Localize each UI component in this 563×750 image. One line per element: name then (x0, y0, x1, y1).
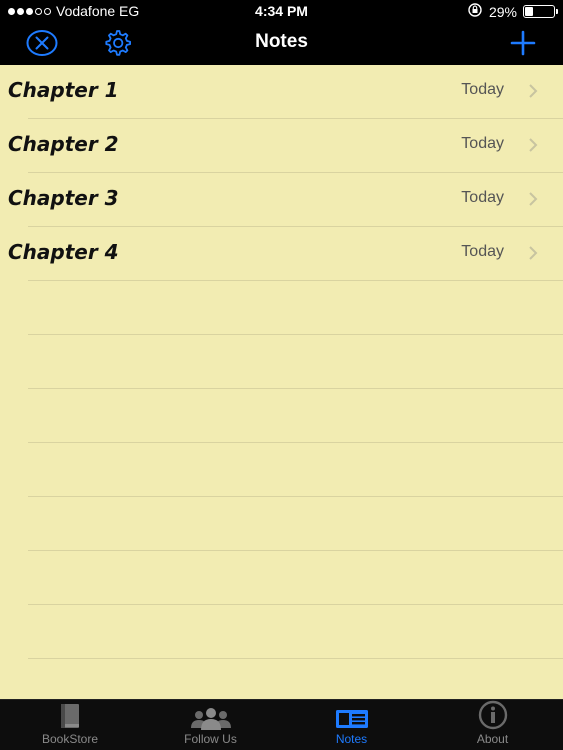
rule-line (28, 496, 563, 497)
tab-label: Notes (335, 732, 368, 746)
rule-line (28, 442, 563, 443)
tab-notes[interactable]: Notes (281, 700, 422, 750)
chevron-right-icon (528, 245, 538, 266)
rule-line (28, 550, 563, 551)
people-icon (189, 700, 233, 732)
notes-card-icon (335, 700, 369, 732)
chevron-right-icon (528, 83, 538, 104)
tab-label: BookStore (41, 732, 99, 746)
tab-bookstore[interactable]: BookStore (0, 700, 140, 750)
note-row-chapter-1[interactable]: Chapter 1 Today (0, 65, 563, 119)
notes-list: Chapter 1 Today Chapter 2 Today Chapter … (0, 65, 563, 699)
tab-about[interactable]: About (422, 700, 563, 750)
note-title: Chapter 3 (8, 186, 119, 210)
page-title: Notes (255, 31, 308, 52)
notes-screen: Vodafone EG 4:34 PM 29% Notes Chapter 1 … (0, 0, 563, 750)
info-icon (478, 700, 508, 732)
rule-line (28, 388, 563, 389)
note-date: Today (461, 135, 504, 152)
book-icon (57, 700, 83, 732)
chevron-right-icon (528, 137, 538, 158)
tab-label: About (476, 732, 509, 746)
battery-icon (523, 5, 558, 18)
status-right: 29% (467, 3, 558, 20)
navigation-bar: Notes (0, 22, 563, 65)
note-date: Today (461, 81, 504, 98)
note-row-chapter-3[interactable]: Chapter 3 Today (0, 173, 563, 227)
note-row-chapter-4[interactable]: Chapter 4 Today (0, 227, 563, 281)
tab-follow-us[interactable]: Follow Us (140, 700, 281, 750)
battery-level (525, 7, 534, 16)
status-bar: Vodafone EG 4:34 PM 29% (0, 0, 563, 22)
note-title: Chapter 2 (8, 132, 119, 156)
add-note-button[interactable] (506, 28, 540, 58)
plus-icon (510, 30, 536, 56)
note-row-chapter-2[interactable]: Chapter 2 Today (0, 119, 563, 173)
note-date: Today (461, 189, 504, 206)
tab-label: Follow Us (184, 732, 237, 746)
tab-bar: BookStore Follow Us Notes About (0, 699, 563, 750)
rotation-lock-icon (467, 3, 483, 20)
rule-line (28, 658, 563, 659)
battery-percent: 29% (488, 3, 517, 20)
note-date: Today (461, 243, 504, 260)
rule-line (28, 334, 563, 335)
chevron-right-icon (528, 191, 538, 212)
note-title: Chapter 1 (8, 78, 119, 102)
rule-line (28, 604, 563, 605)
note-title: Chapter 4 (8, 240, 119, 264)
